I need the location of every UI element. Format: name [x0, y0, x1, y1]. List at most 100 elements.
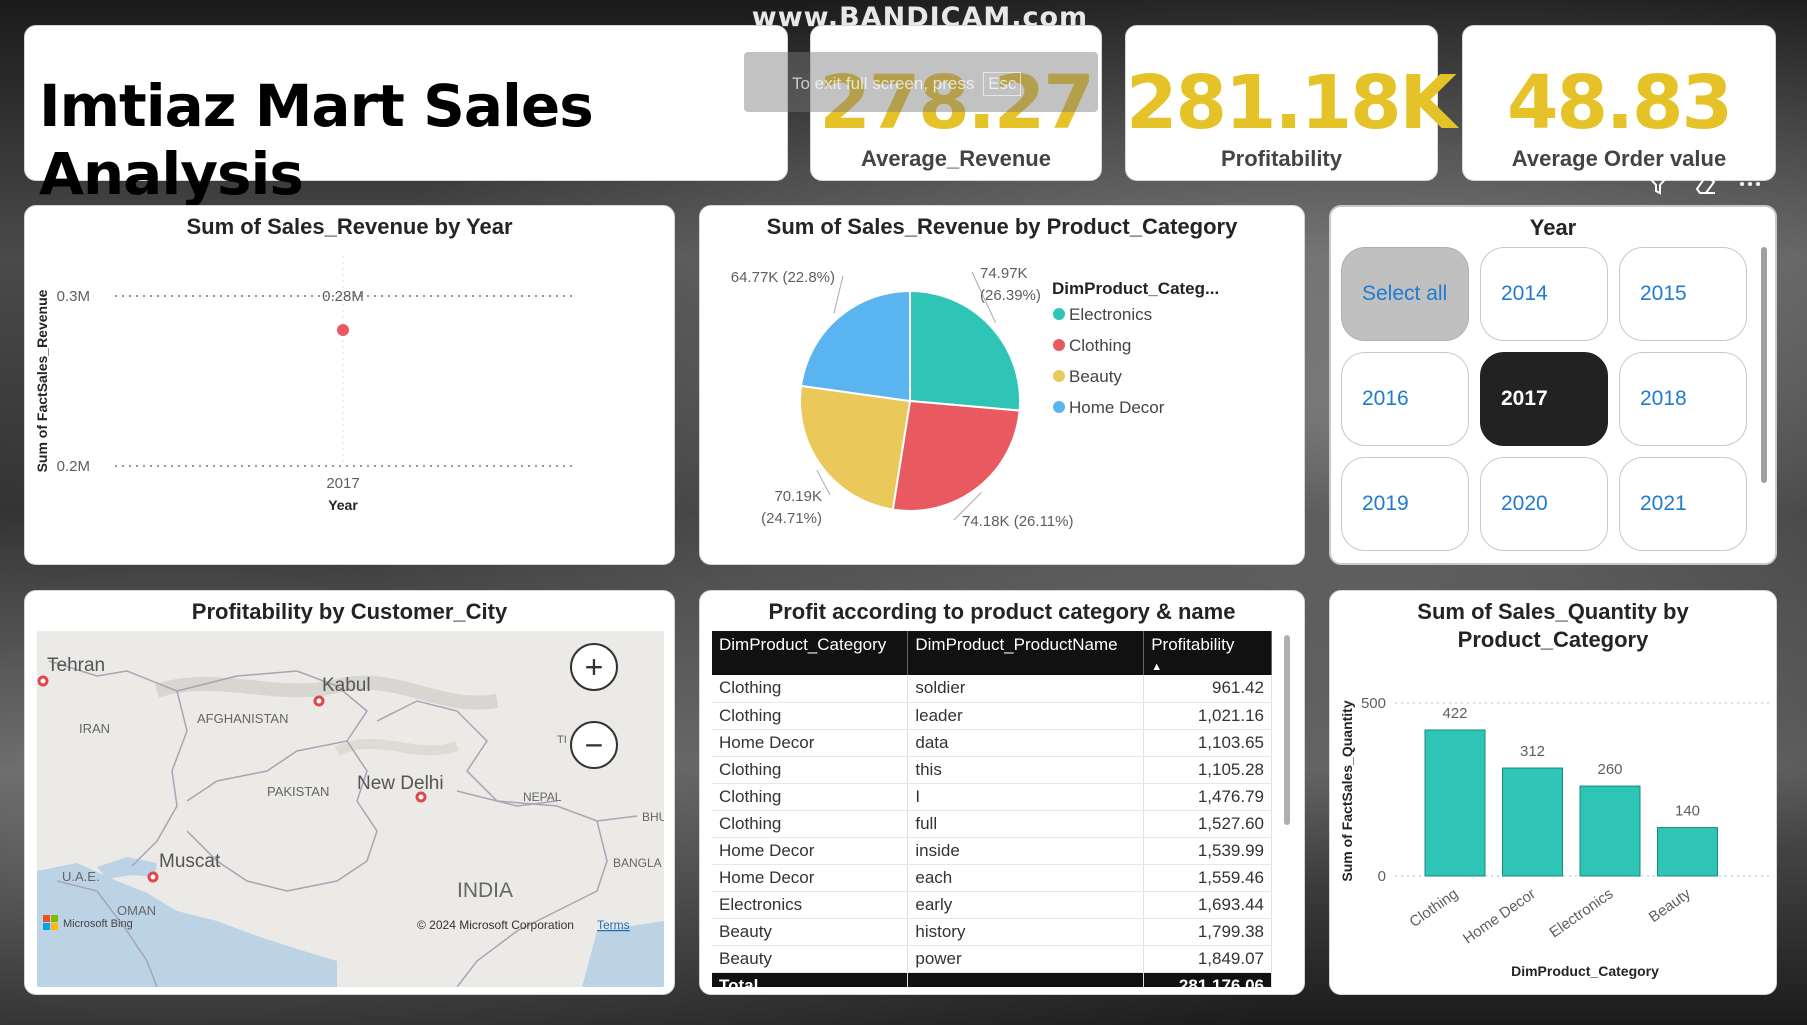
slice-label-value: 70.19K — [774, 488, 822, 505]
pie-slice[interactable] — [799, 289, 911, 403]
data-label: 140 — [1675, 803, 1700, 820]
bar[interactable] — [1657, 827, 1718, 877]
kpi-value: 281.18K — [1126, 60, 1457, 146]
table-row[interactable]: Beauty history 1,799.38 — [712, 918, 1272, 946]
pie-chart-card[interactable]: Sum of Sales_Revenue by Product_Category… — [699, 205, 1305, 565]
y-tick-label: 0.2M — [57, 458, 90, 475]
map-label-uae: U.A.E. — [62, 869, 100, 884]
legend-marker — [1053, 308, 1065, 320]
more-options-icon[interactable] — [1732, 169, 1768, 199]
visual-toolbar — [1640, 168, 1768, 200]
table-row[interactable]: Home Decor inside 1,539.99 — [712, 837, 1272, 865]
map-canvas[interactable]: Tehran Kabul IRAN AFGHANISTAN PAKISTAN N… — [37, 631, 664, 987]
slicer-option-2014[interactable]: 2014 — [1480, 247, 1608, 341]
table-row[interactable]: Clothing soldier 961.42 — [712, 675, 1272, 703]
slicer-option-2018[interactable]: 2018 — [1619, 352, 1747, 446]
pie-slice[interactable] — [891, 399, 1021, 512]
cell-category: Electronics — [712, 891, 909, 919]
map-label-afghanistan: AFGHANISTAN — [197, 711, 289, 726]
legend-title: DimProduct_Categ... — [1052, 279, 1219, 298]
cell-product-name: this — [907, 756, 1145, 784]
scatter-chart[interactable]: 0.2M 0.3M 0.28M 2017 Year Sum of FactSales_Re… — [25, 206, 676, 566]
map-marker[interactable] — [37, 675, 49, 687]
table-row[interactable]: Electronics early 1,693.44 — [712, 891, 1272, 919]
map-label-muscat: Muscat — [159, 851, 221, 872]
slicer-option-2019[interactable]: 2019 — [1341, 457, 1469, 551]
legend-item[interactable]: Clothing — [1069, 336, 1131, 355]
cell-product-name: data — [907, 729, 1145, 757]
map-marker[interactable] — [313, 695, 325, 707]
table-viewport: DimProduct_Category DimProduct_ProductNa… — [712, 631, 1284, 987]
table-row[interactable]: Clothing leader 1,021.16 — [712, 702, 1272, 730]
slice-label-value: 74.18K — [962, 513, 1010, 530]
slicer-option-2016[interactable]: 2016 — [1341, 352, 1469, 446]
bar[interactable] — [1502, 767, 1563, 877]
slicer-scrollbar[interactable] — [1761, 247, 1767, 483]
data-point[interactable] — [337, 324, 349, 336]
slice-label-percent: (22.8%) — [782, 269, 835, 286]
bar[interactable] — [1579, 785, 1641, 877]
scatter-chart-card[interactable]: Sum of Sales_Revenue by Year 0.2M 0.3M 0.2… — [24, 205, 675, 565]
year-slicer-card[interactable]: Year Select all 2014 2015 2016 2017 2018… — [1329, 205, 1777, 565]
slice-label-percent: (26.39%) — [980, 287, 1041, 304]
map-marker[interactable] — [147, 871, 159, 883]
table-row[interactable]: Clothing this 1,105.28 — [712, 756, 1272, 784]
slicer-option-2017[interactable]: 2017 — [1480, 352, 1608, 446]
kpi-value: 48.83 — [1506, 60, 1733, 146]
slicer-option-2021[interactable]: 2021 — [1619, 457, 1747, 551]
column-header-profitability[interactable]: Profitability ▲ — [1143, 631, 1272, 675]
kpi-card-profitability[interactable]: 281.18K Profitability — [1125, 25, 1457, 181]
x-tick-label: Clothing — [1406, 885, 1461, 930]
table-row[interactable]: Home Decor each 1,559.46 — [712, 864, 1272, 892]
table-scrollbar[interactable] — [1284, 635, 1290, 825]
cell-product-name: each — [907, 864, 1145, 892]
pie-slice[interactable] — [909, 289, 1021, 412]
y-axis-title: Sum of FactSales_Quantity — [1339, 700, 1355, 881]
slice-label-percent: (24.71%) — [761, 510, 822, 527]
y-axis-title: Sum of FactSales_Revenue — [34, 289, 50, 472]
slicer-option-2015[interactable]: 2015 — [1619, 247, 1747, 341]
cell-profitability: 1,693.44 — [1143, 891, 1272, 919]
table-row[interactable]: Clothing I 1,476.79 — [712, 783, 1272, 811]
map-label-bhu: BHU — [642, 810, 664, 824]
table-card[interactable]: Profit according to product category & n… — [699, 590, 1305, 995]
table-row[interactable]: Home Decor data 1,103.65 — [712, 729, 1272, 757]
legend-item[interactable]: Electronics — [1069, 305, 1152, 324]
kpi-card-average-order-value[interactable]: 48.83 Average Order value — [1462, 25, 1776, 181]
zoom-in-button[interactable]: + — [570, 643, 618, 691]
cell-category: Clothing — [712, 675, 909, 703]
cell-profitability: 1,849.07 — [1143, 945, 1272, 973]
cell-category: Clothing — [712, 702, 909, 730]
slicer-option-select-all[interactable]: Select all — [1341, 247, 1469, 341]
legend-marker — [1053, 370, 1065, 382]
map-view[interactable]: Tehran Kabul IRAN AFGHANISTAN PAKISTAN N… — [37, 631, 664, 987]
bar[interactable] — [1424, 729, 1486, 877]
legend-marker — [1053, 401, 1065, 413]
cell-product-name: early — [907, 891, 1145, 919]
map-label-oman: OMAN — [117, 903, 156, 918]
table-row[interactable]: Beauty power 1,849.07 — [712, 945, 1272, 973]
zoom-out-button[interactable]: − — [570, 721, 618, 769]
column-header-product-name[interactable]: DimProduct_ProductName — [907, 631, 1145, 675]
total-label: Total — [712, 972, 909, 987]
table-row[interactable]: Clothing full 1,527.60 — [712, 810, 1272, 838]
cell-profitability: 1,539.99 — [1143, 837, 1272, 865]
eraser-icon[interactable] — [1686, 169, 1722, 199]
map-marker[interactable] — [415, 791, 427, 803]
legend-item[interactable]: Home Decor — [1069, 398, 1165, 417]
map-label-nepal: NEPAL — [523, 790, 562, 804]
pie-chart[interactable]: 74.97K (26.39%) 74.18K (26.11%) 70.19K (24.7… — [700, 206, 1306, 566]
bar-chart-card[interactable]: Sum of Sales_Quantity by Product_Categor… — [1329, 590, 1777, 995]
slicer-option-2020[interactable]: 2020 — [1480, 457, 1608, 551]
bar-chart[interactable]: 0 500 422 Clothing 312 Home Decor 260 Electroni… — [1330, 591, 1778, 996]
map-label-india: INDIA — [457, 879, 513, 902]
cell-product-name: I — [907, 783, 1145, 811]
column-header-category[interactable]: DimProduct_Category — [712, 631, 909, 675]
map-terms-link[interactable]: Terms — [597, 918, 630, 932]
legend-item[interactable]: Beauty — [1069, 367, 1122, 386]
filter-icon[interactable] — [1640, 169, 1676, 199]
y-tick-label: 0.3M — [57, 288, 90, 305]
map-card[interactable]: Profitability by Customer_City Tehran Ka… — [24, 590, 675, 995]
cell-product-name: inside — [907, 837, 1145, 865]
cell-category: Beauty — [712, 945, 909, 973]
